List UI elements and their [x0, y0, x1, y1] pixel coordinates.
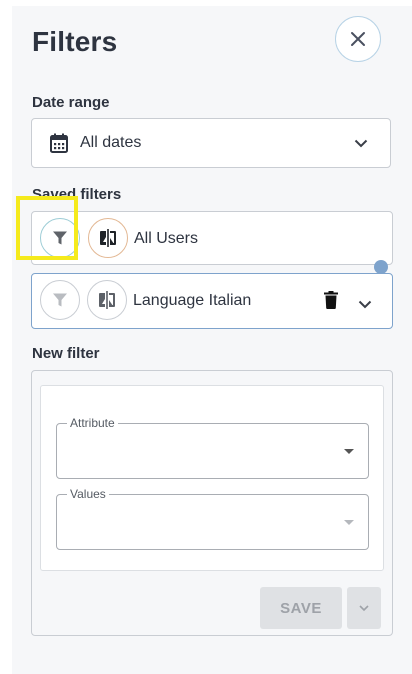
chevron-down-icon	[354, 139, 368, 148]
resize-handle[interactable]	[374, 260, 388, 274]
new-filter-form: Attribute Values	[40, 385, 384, 571]
expand-filter-button[interactable]	[358, 296, 372, 314]
save-options-button[interactable]	[347, 587, 381, 629]
close-icon	[351, 32, 365, 46]
invert-filter-icon	[100, 229, 116, 247]
date-range-label: Date range	[32, 94, 110, 111]
panel-title: Filters	[32, 26, 118, 57]
invert-filter-icon	[99, 291, 115, 309]
calendar-icon	[50, 133, 68, 153]
delete-filter-button[interactable]	[324, 291, 338, 314]
saved-filter-label: Language Italian	[133, 292, 252, 309]
apply-filter-button[interactable]	[40, 280, 80, 320]
invert-filter-button[interactable]	[88, 218, 128, 258]
date-range-value: All dates	[80, 134, 142, 151]
saved-filter-label: All Users	[134, 230, 199, 247]
dropdown-arrow-icon	[344, 449, 354, 454]
date-range-select[interactable]: All dates	[31, 118, 391, 168]
chevron-down-icon	[358, 300, 372, 309]
close-button[interactable]	[335, 16, 381, 62]
chevron-down-icon	[359, 604, 369, 611]
saved-filters-label: Saved filters	[32, 186, 122, 203]
attribute-field-label: Attribute	[67, 416, 118, 430]
apply-filter-button[interactable]	[40, 218, 80, 258]
saved-filter-row-language-italian[interactable]: Language Italian	[31, 273, 393, 329]
dropdown-arrow-icon	[344, 520, 354, 525]
filter-icon	[53, 231, 67, 245]
saved-filter-row-all-users[interactable]: All Users	[31, 211, 393, 265]
new-filter-container: Attribute Values SAVE	[31, 370, 393, 636]
new-filter-label: New filter	[32, 345, 100, 362]
save-button[interactable]: SAVE	[260, 587, 342, 629]
filter-icon	[53, 293, 67, 307]
delete-icon	[324, 291, 338, 309]
values-field-label: Values	[67, 487, 109, 501]
attribute-select[interactable]: Attribute	[56, 416, 369, 479]
invert-filter-button[interactable]	[87, 280, 127, 320]
filters-panel: Filters Date range All dates Saved filte…	[12, 6, 412, 674]
values-select[interactable]: Values	[56, 487, 369, 550]
